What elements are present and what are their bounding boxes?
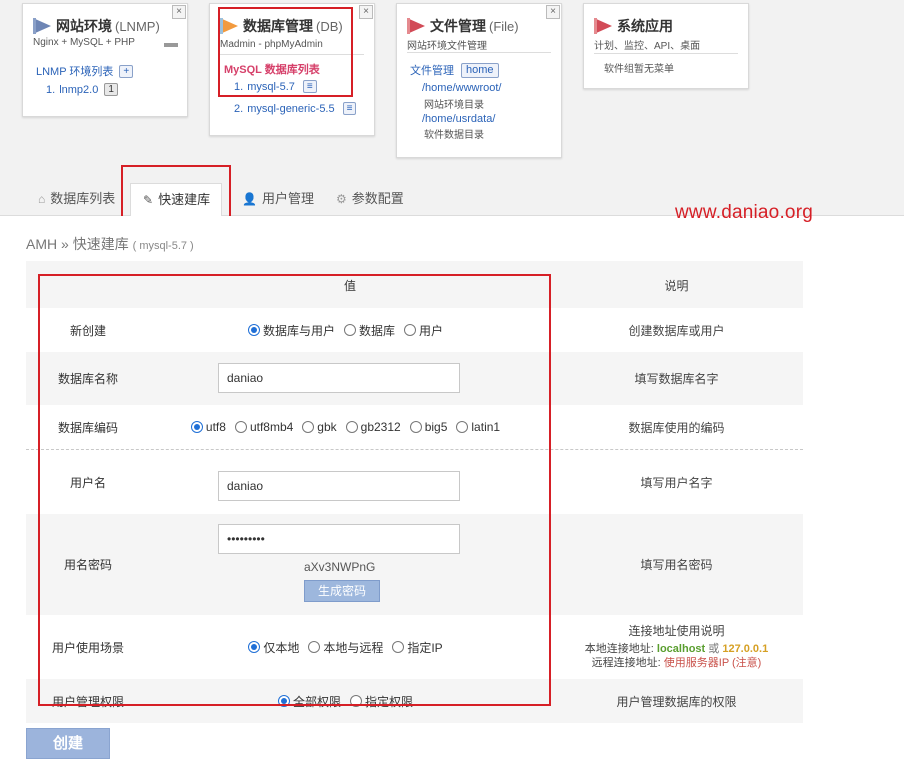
path-link[interactable]: /home/usrdata/ [422,113,495,125]
scene-desc: 连接地址使用说明 本地连接地址: localhost 或 127.0.0.1 远… [550,615,803,679]
system-note: 软件组暂无菜单 [604,64,674,75]
add-lnmp-button[interactable]: + [119,64,134,78]
path-link[interactable]: /home/wwwroot/ [422,82,501,94]
breadcrumb: AMH » 快速建库 ( mysql-5.7 ) [26,234,194,254]
breadcrumb-sub: ( mysql-5.7 ) [132,240,194,252]
breadcrumb-page: 快速建库 [72,236,129,252]
home-icon: ⌂ [38,192,46,206]
highlight-tab [121,165,231,218]
gear-icon: ⚙ [336,192,347,206]
lnmp-list-link[interactable]: LNMP 环境列表 [36,63,113,79]
card-subtitle: 网站环境文件管理 [407,41,487,52]
highlight-form [38,274,551,706]
user-icon: 👤 [242,192,257,206]
tab-label: 参数配置 [351,191,404,206]
watermark: www.daniao.org [675,202,813,223]
card-title: 文件管理 [430,18,486,34]
card-system[interactable]: 系统应用 计划、监控、API、桌面 软件组暂无菜单 [583,3,749,89]
header-desc: 说明 [664,279,689,293]
collapse-icon[interactable] [164,43,178,47]
db-item-menu-icon[interactable]: ≡ [342,102,357,115]
db-item-num: 2. [234,102,244,115]
row-desc: 创建数据库或用户 [628,323,725,338]
card-title-sub: (File) [489,18,519,34]
close-icon[interactable]: × [359,5,373,19]
tab-params[interactable]: ⚙ 参数配置 [332,183,408,215]
row-desc: 数据库使用的编码 [628,420,725,435]
card-lnmp[interactable]: × 网站环境 (LNMP) Nginx + MySQL + PHP LNMP 环… [22,3,188,117]
divider [594,53,738,54]
scene-desc-title: 连接地址使用说明 [628,624,725,638]
card-subtitle: Nginx + MySQL + PHP [33,37,135,48]
file-manager-link[interactable]: 文件管理 [410,62,454,78]
row-desc: 填写用户名字 [640,475,713,490]
flag-icon [594,18,612,34]
card-subtitle: 计划、监控、API、桌面 [594,41,701,52]
remote-value: 使用服务器IP (注意) [663,657,762,669]
db-item-link[interactable]: mysql-generic-5.5 [247,103,334,115]
flag-icon [33,18,51,34]
tab-db-list[interactable]: ⌂ 数据库列表 [34,183,119,215]
breadcrumb-sep: » [61,236,69,252]
create-button[interactable]: 创建 [26,728,110,759]
row-desc: 用户管理数据库的权限 [616,694,737,709]
local-ip: 127.0.0.1 [722,643,769,655]
flag-icon [407,18,425,34]
home-button[interactable]: home [461,62,499,78]
module-cards: × 网站环境 (LNMP) Nginx + MySQL + PHP LNMP 环… [0,0,904,183]
close-icon[interactable]: × [172,5,186,19]
local-label: 本地连接地址: [584,643,654,655]
path-desc: 软件数据目录 [424,130,484,141]
divider [407,52,551,53]
local-host: localhost [656,643,706,655]
row-desc: 填写数据库名字 [634,372,719,386]
breadcrumb-root[interactable]: AMH [26,236,57,252]
lnmp-item-badge[interactable]: 1 [104,83,118,96]
or-text: 或 [708,643,720,655]
remote-label: 远程连接地址: [591,657,661,669]
lnmp-item-num: 1. [46,83,56,96]
card-file[interactable]: × 文件管理 (File) 网站环境文件管理 文件管理 home /home/w… [396,3,562,158]
row-desc: 填写用名密码 [640,558,713,572]
card-title: 网站环境 [56,18,112,34]
card-title: 系统应用 [617,18,673,34]
tab-label: 数据库列表 [50,191,116,206]
tab-label: 用户管理 [261,191,314,206]
path-desc: 网站环境目录 [424,100,484,111]
tab-user-manage[interactable]: 👤 用户管理 [238,183,318,215]
lnmp-item-link[interactable]: lnmp2.0 [59,84,98,96]
highlight-db-card [218,7,353,97]
close-icon[interactable]: × [546,5,560,19]
card-title-sub: (LNMP) [115,18,160,34]
